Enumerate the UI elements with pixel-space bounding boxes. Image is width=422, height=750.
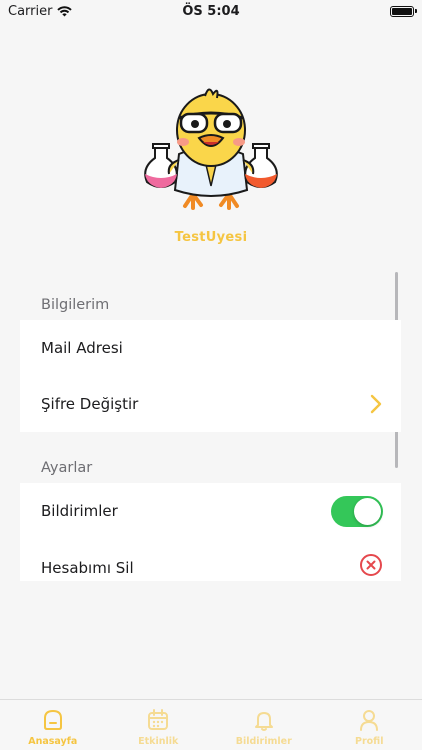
section-header-settings: Ayarlar bbox=[41, 460, 93, 476]
tab-notifications-label: Bildirimler bbox=[235, 736, 292, 747]
carrier-label: Carrier bbox=[8, 3, 53, 19]
battery-icon bbox=[390, 5, 417, 17]
toggle-knob bbox=[354, 497, 381, 525]
notifications-label: Bildirimler bbox=[41, 502, 118, 520]
close-circle-icon[interactable] bbox=[359, 553, 383, 577]
home-icon bbox=[43, 709, 62, 730]
wifi-icon bbox=[57, 5, 73, 16]
chevron-right-icon bbox=[370, 394, 382, 414]
tab-events[interactable]: Etkinlik bbox=[106, 700, 212, 750]
tab-home-label: Anasayfa bbox=[28, 736, 78, 747]
bell-icon bbox=[254, 712, 273, 731]
tab-notifications[interactable]: Bildirimler bbox=[211, 700, 317, 750]
profile-username: TestUyesi bbox=[174, 230, 248, 245]
user-icon bbox=[360, 710, 379, 731]
tab-events-label: Etkinlik bbox=[138, 736, 179, 747]
delete-account-row[interactable]: Hesabımı Sil bbox=[20, 539, 401, 581]
mascot-chick-scientist-image bbox=[144, 88, 278, 210]
mail-address-label: Mail Adresi bbox=[41, 339, 123, 357]
settings-group: Bildirimler Hesabımı Sil bbox=[20, 483, 401, 581]
notifications-row: Bildirimler bbox=[20, 483, 401, 539]
status-bar: Carrier ÖS 5:04 bbox=[0, 0, 422, 22]
info-group: Mail Adresi Şifre Değiştir bbox=[20, 320, 401, 432]
mail-address-row[interactable]: Mail Adresi bbox=[20, 320, 401, 376]
tab-profile-label: Profil bbox=[355, 736, 384, 747]
notifications-toggle[interactable] bbox=[331, 495, 383, 527]
change-password-row[interactable]: Şifre Değiştir bbox=[20, 376, 401, 432]
tab-profile[interactable]: Profil bbox=[317, 700, 422, 750]
delete-account-label: Hesabımı Sil bbox=[41, 559, 134, 577]
status-left: Carrier bbox=[8, 3, 73, 19]
tab-bar: Anasayfa Etkinlik Bildirimler Profil bbox=[0, 699, 422, 750]
tab-home[interactable]: Anasayfa bbox=[0, 700, 106, 750]
change-password-label: Şifre Değiştir bbox=[41, 395, 139, 413]
calendar-icon bbox=[148, 709, 169, 730]
section-header-info: Bilgilerim bbox=[41, 297, 110, 313]
